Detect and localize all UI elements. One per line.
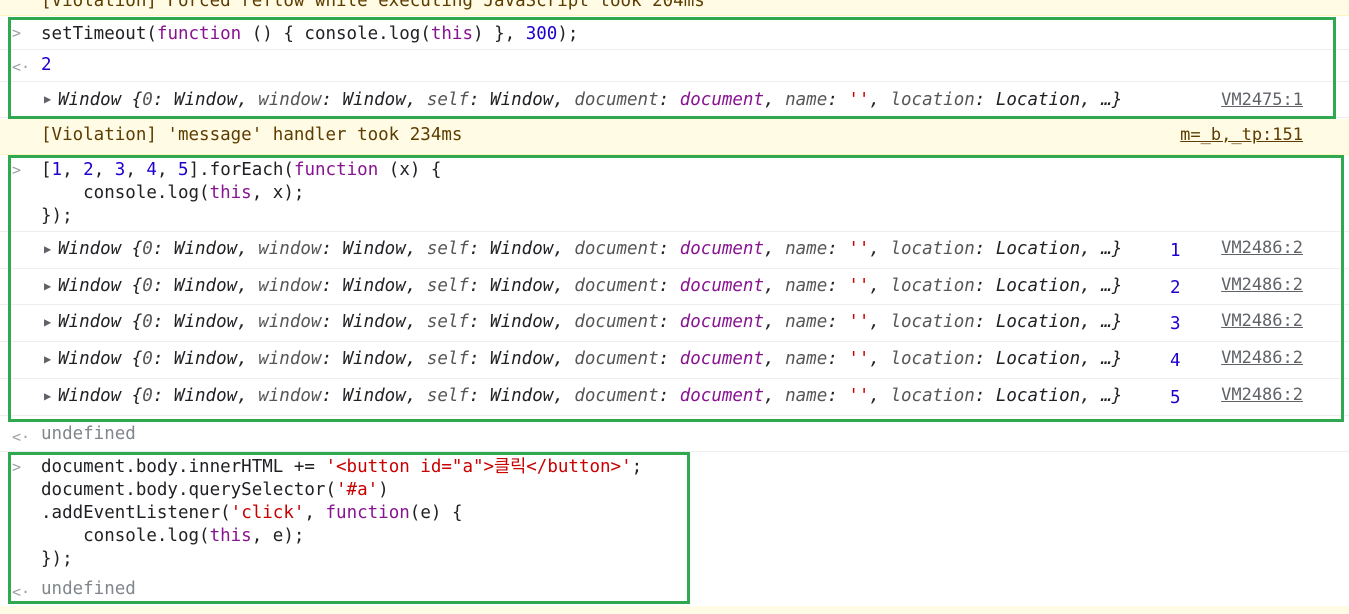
result-arrow-icon: <·: [12, 58, 31, 76]
source-link[interactable]: VM2486:2: [1221, 275, 1303, 295]
log-row[interactable]: ▶ Window {0: Window, window: Window, sel…: [0, 82, 1349, 118]
log-row[interactable]: ▶ Window {0: Window, window: Window, self…: [0, 269, 1349, 305]
result-value: undefined: [41, 424, 136, 444]
expand-triangle-icon[interactable]: ▶: [44, 279, 51, 293]
result-arrow-icon: <·: [12, 428, 31, 446]
log-row[interactable]: ▶ Window {0: Window, window: Window, self…: [0, 379, 1349, 416]
input-code[interactable]: document.body.innerHTML += '<button id="…: [41, 456, 642, 571]
violation-message-row: [Violation] Forced reflow while executin…: [0, 0, 1349, 16]
console-input-row[interactable]: > setTimeout(function () { console.log(t…: [0, 18, 1349, 50]
prompt-chevron-icon: >: [12, 458, 22, 476]
log-arg-number: 2: [1170, 278, 1181, 298]
input-code[interactable]: setTimeout(function () { console.log(thi…: [41, 23, 578, 46]
violation-text: [Violation] 'message' handler took 234ms: [41, 125, 463, 145]
console-input-row[interactable]: > [1, 2, 3, 4, 5].forEach(function (x) {…: [0, 158, 1349, 232]
console-input-row[interactable]: > document.body.innerHTML += '<button id…: [0, 453, 1349, 577]
log-row[interactable]: ▶ Window {0: Window, window: Window, self…: [0, 305, 1349, 342]
source-link[interactable]: VM2486:2: [1221, 238, 1303, 258]
log-arg-number: 5: [1170, 388, 1181, 408]
prompt-chevron-icon: >: [12, 24, 22, 42]
result-arrow-icon: <·: [12, 583, 31, 601]
window-object[interactable]: Window {0: Window, window: Window, self:…: [58, 239, 1122, 259]
source-link[interactable]: m=_b,_tp:151: [1180, 125, 1303, 145]
prompt-chevron-icon: >: [12, 161, 22, 179]
input-code[interactable]: [1, 2, 3, 4, 5].forEach(function (x) { c…: [41, 159, 441, 228]
log-arg-number: 3: [1170, 314, 1181, 334]
result-value: 2: [41, 55, 52, 75]
expand-triangle-icon[interactable]: ▶: [44, 92, 51, 106]
log-row[interactable]: ▶ Window {0: Window, window: Window, self…: [0, 232, 1349, 269]
expand-triangle-icon[interactable]: ▶: [44, 315, 51, 329]
source-link[interactable]: VM2486:2: [1221, 311, 1303, 331]
console-result-row: <· undefined: [0, 420, 1349, 452]
window-object[interactable]: Window {0: Window, window: Window, self:…: [58, 90, 1122, 110]
result-value: undefined: [41, 579, 136, 599]
violation-text: [Violation] Forced reflow while executin…: [41, 0, 705, 11]
expand-triangle-icon[interactable]: ▶: [44, 389, 51, 403]
log-arg-number: 1: [1170, 241, 1181, 261]
source-link[interactable]: VM2475:1: [1221, 90, 1303, 110]
console-result-row: <· 2: [0, 50, 1349, 82]
next-row-edge: [0, 606, 1349, 614]
expand-triangle-icon[interactable]: ▶: [44, 352, 51, 366]
window-object[interactable]: Window {0: Window, window: Window, self:…: [58, 386, 1122, 406]
violation-message-row: [Violation] 'message' handler took 234ms…: [0, 119, 1349, 155]
window-object[interactable]: Window {0: Window, window: Window, self:…: [58, 349, 1122, 369]
log-arg-number: 4: [1170, 351, 1181, 371]
window-object[interactable]: Window {0: Window, window: Window, self:…: [58, 312, 1122, 332]
console-result-row: <· undefined: [0, 577, 1349, 605]
source-link[interactable]: VM2486:2: [1221, 348, 1303, 368]
log-row[interactable]: ▶ Window {0: Window, window: Window, self…: [0, 342, 1349, 379]
window-object[interactable]: Window {0: Window, window: Window, self:…: [58, 276, 1122, 296]
source-link[interactable]: VM2486:2: [1221, 385, 1303, 405]
expand-triangle-icon[interactable]: ▶: [44, 242, 51, 256]
